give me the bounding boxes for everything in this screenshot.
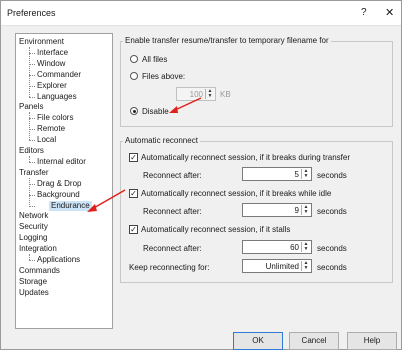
tree-item-file-colors[interactable]: File colors — [37, 113, 73, 123]
stalls-value: 60 — [290, 243, 299, 252]
up-down-arrows-icon[interactable]: ▲ ▼ — [205, 89, 214, 99]
annotation-arrow-disable — [169, 97, 202, 113]
tree-item-network[interactable]: Network — [19, 211, 48, 221]
keep-reconnecting-label: Keep reconnecting for: — [129, 263, 210, 272]
resume-group-heading: Enable transfer resume/transfer to tempo… — [123, 36, 331, 45]
keep-reconnecting-unit: seconds — [317, 263, 347, 272]
tree-connector — [29, 254, 30, 260]
annotation-arrowhead — [87, 204, 97, 212]
stalls-unit: seconds — [317, 244, 347, 253]
tree-connector — [29, 47, 30, 97]
tree-item-updates[interactable]: Updates — [19, 288, 49, 298]
tree-connector — [29, 96, 35, 98]
tree-item-commands[interactable]: Commands — [19, 266, 60, 276]
during-transfer-label: Automatically reconnect session, if it b… — [141, 153, 350, 162]
tree-item-applications[interactable]: Applications — [37, 255, 80, 265]
during-transfer-after-label: Reconnect after: — [143, 171, 202, 180]
tree-connector — [29, 161, 35, 163]
tree-connector — [29, 177, 30, 206]
up-down-arrows-icon[interactable]: ▲ ▼ — [301, 261, 310, 271]
during-transfer-unit: seconds — [317, 171, 347, 180]
up-down-arrows-icon[interactable]: ▲ ▼ — [301, 205, 310, 215]
help-button[interactable]: Help — [347, 332, 397, 350]
tree-item-panels[interactable]: Panels — [19, 102, 43, 112]
while-idle-unit: seconds — [317, 207, 347, 216]
preferences-tree: Environment Interface Window Commander Explo… — [15, 33, 113, 329]
while-idle-label: Automatically reconnect session, if it b… — [141, 189, 332, 198]
while-idle-after-label: Reconnect after: — [143, 207, 202, 216]
up-down-arrows-icon[interactable]: ▲ ▼ — [301, 242, 310, 252]
title-bar: Preferences ? ✕ — [1, 1, 401, 26]
annotation-arrow-line — [91, 189, 126, 210]
tree-item-logging[interactable]: Logging — [19, 233, 47, 243]
keep-reconnecting-stepper[interactable]: Unlimited ▲ ▼ — [242, 259, 312, 273]
tree-item-editors[interactable]: Editors — [19, 146, 44, 156]
while-idle-value: 9 — [294, 206, 299, 215]
tree-item-internal-editor[interactable]: Internal editor — [37, 157, 86, 167]
tree-item-remote[interactable]: Remote — [37, 124, 65, 134]
tree-connector — [29, 112, 30, 141]
tree-connector — [29, 140, 35, 142]
tree-item-storage[interactable]: Storage — [19, 277, 47, 287]
tree-item-window[interactable]: Window — [37, 59, 65, 69]
tree-item-environment[interactable]: Environment — [19, 37, 64, 47]
keep-reconnecting-value: Unlimited — [265, 262, 299, 271]
during-transfer-value: 5 — [294, 170, 299, 179]
tree-item-explorer[interactable]: Explorer — [37, 81, 67, 91]
threshold-unit: KB — [220, 90, 231, 99]
reconnect-group-heading: Automatic reconnect — [123, 136, 200, 145]
tree-connector — [29, 156, 30, 162]
while-idle-stepper[interactable]: 9 ▲ ▼ — [242, 203, 312, 217]
up-down-arrows-icon[interactable]: ▲ ▼ — [301, 169, 310, 179]
stalls-label: Automatically reconnect session, if it s… — [141, 225, 291, 234]
tree-item-interface[interactable]: Interface — [37, 48, 68, 58]
disable-radio[interactable] — [130, 107, 138, 115]
preferences-dialog: Preferences ? ✕ Environment Interface Wind… — [0, 0, 402, 350]
stalls-stepper[interactable]: 60 ▲ ▼ — [242, 240, 312, 254]
files-above-label: Files above: — [142, 72, 186, 81]
tree-item-security[interactable]: Security — [19, 222, 48, 232]
cancel-button[interactable]: Cancel — [289, 332, 339, 350]
tree-item-languages[interactable]: Languages — [37, 92, 77, 102]
help-title-button[interactable]: ? — [361, 7, 367, 18]
stalls-after-label: Reconnect after: — [143, 244, 202, 253]
close-icon[interactable]: ✕ — [385, 6, 394, 19]
during-transfer-checkbox[interactable]: ✓ — [129, 153, 138, 162]
files-above-radio[interactable] — [130, 72, 138, 80]
tree-item-commander[interactable]: Commander — [37, 70, 81, 80]
while-idle-checkbox[interactable]: ✓ — [129, 189, 138, 198]
tree-item-local[interactable]: Local — [37, 135, 56, 145]
window-title: Preferences — [7, 8, 56, 18]
tree-item-drag-drop[interactable]: Drag & Drop — [37, 179, 81, 189]
annotation-arrowhead — [169, 106, 178, 113]
tree-connector — [29, 260, 35, 261]
all-files-label: All files — [142, 55, 168, 64]
ok-button[interactable]: OK — [233, 332, 283, 350]
tree-item-transfer[interactable]: Transfer — [19, 168, 49, 178]
tree-item-background[interactable]: Background — [37, 190, 80, 200]
all-files-radio[interactable] — [130, 55, 138, 63]
during-transfer-stepper[interactable]: 5 ▲ ▼ — [242, 167, 312, 181]
tree-item-integration[interactable]: Integration — [19, 244, 57, 254]
annotation-arrow-endurance — [87, 189, 126, 212]
tree-connector — [29, 205, 35, 207]
stalls-checkbox[interactable]: ✓ — [129, 225, 138, 234]
